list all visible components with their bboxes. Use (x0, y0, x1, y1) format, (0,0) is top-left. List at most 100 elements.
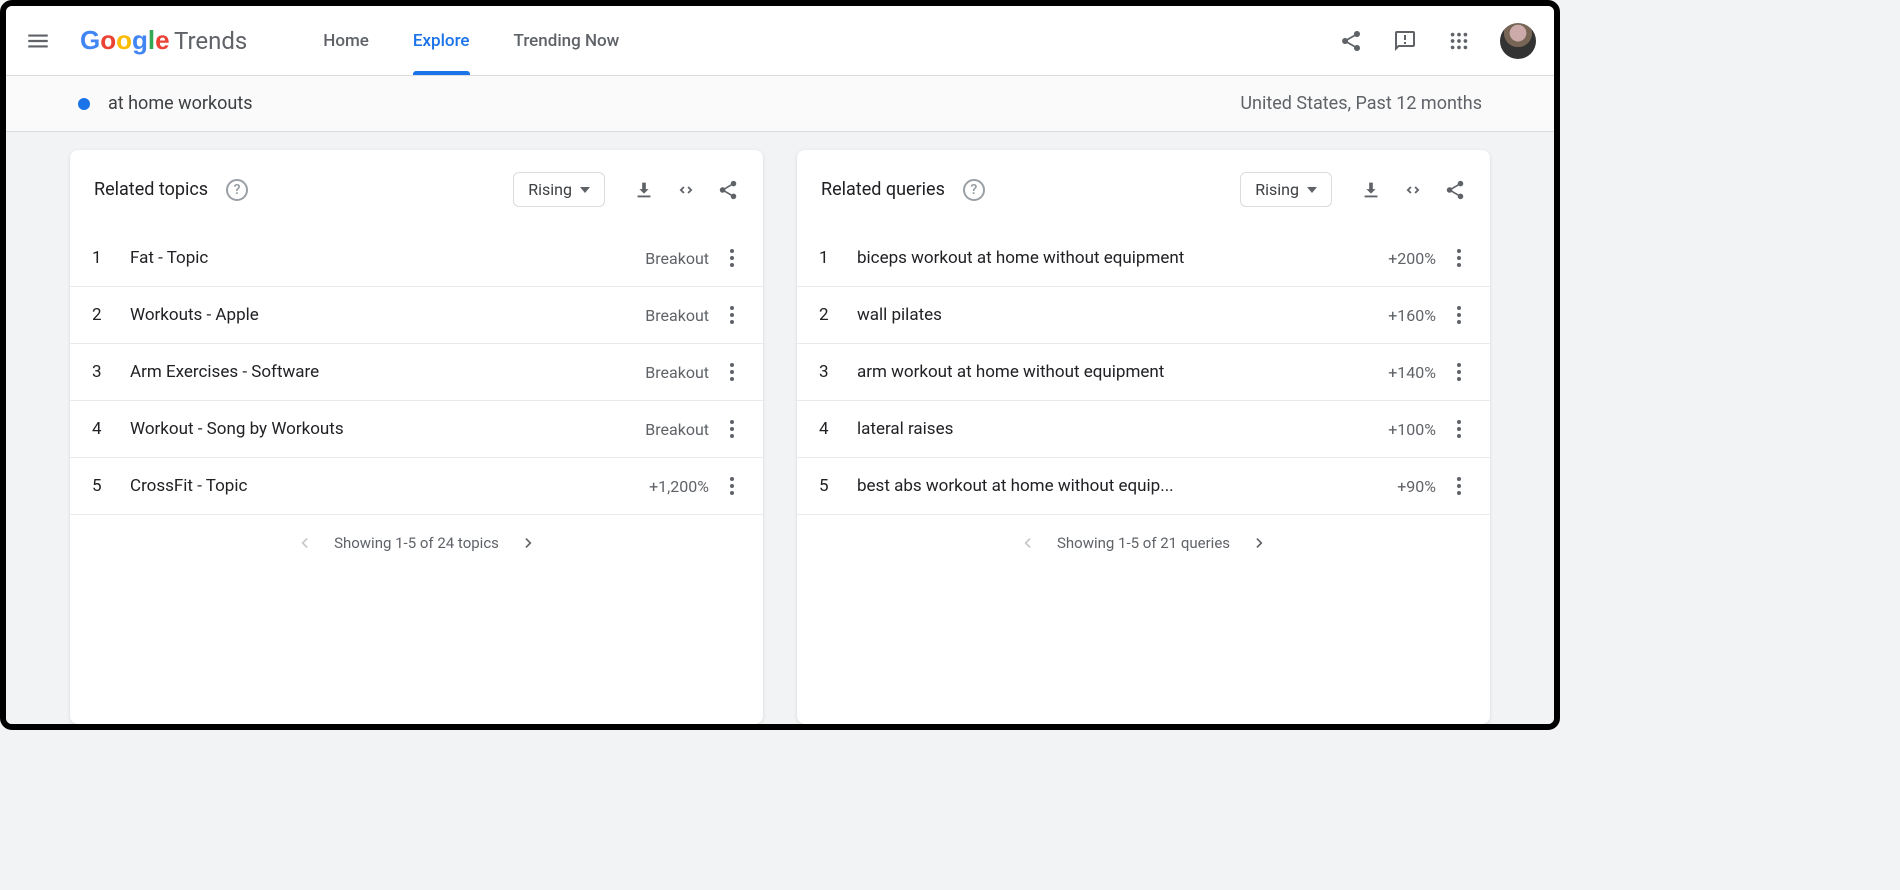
more-icon[interactable] (723, 363, 741, 381)
list-item[interactable]: 5 best abs workout at home without equip… (797, 458, 1490, 515)
item-metric: Breakout (645, 363, 709, 382)
pager: Showing 1-5 of 21 queries (797, 515, 1490, 573)
item-label: CrossFit - Topic (130, 476, 649, 496)
feedback-icon[interactable] (1392, 28, 1418, 54)
nav: Home Explore Trending Now (301, 6, 641, 75)
queries-list: 1 biceps workout at home without equipme… (797, 213, 1490, 515)
list-item[interactable]: 2 wall pilates +160% (797, 287, 1490, 344)
item-label: wall pilates (857, 305, 1388, 325)
related-queries-card: Related queries ? Rising 1 biceps workou… (797, 150, 1490, 724)
more-icon[interactable] (1450, 249, 1468, 267)
more-icon[interactable] (1450, 420, 1468, 438)
list-item[interactable]: 5 CrossFit - Topic +1,200% (70, 458, 763, 515)
item-label: Fat - Topic (130, 248, 645, 268)
rank: 4 (92, 419, 116, 439)
apps-grid-icon[interactable] (1446, 28, 1472, 54)
item-label: lateral raises (857, 419, 1388, 439)
card-title: Related topics (94, 179, 208, 200)
more-icon[interactable] (723, 420, 741, 438)
next-page-icon[interactable] (1250, 533, 1270, 553)
logo[interactable]: Google Trends (80, 26, 247, 56)
list-item[interactable]: 3 arm workout at home without equipment … (797, 344, 1490, 401)
app-frame: { "header": { "logo_trailing": "Trends",… (0, 0, 1560, 730)
rank: 1 (819, 248, 843, 268)
item-metric: +200% (1388, 249, 1436, 268)
item-label: arm workout at home without equipment (857, 362, 1388, 382)
help-icon[interactable]: ? (963, 179, 985, 201)
list-item[interactable]: 3 Arm Exercises - Software Breakout (70, 344, 763, 401)
card-actions (1360, 179, 1466, 201)
list-item[interactable]: 1 biceps workout at home without equipme… (797, 229, 1490, 287)
topics-list: 1 Fat - Topic Breakout 2 Workouts - Appl… (70, 213, 763, 515)
sort-label: Rising (528, 180, 572, 199)
svg-text:Google: Google (80, 26, 170, 55)
card-title: Related queries (821, 179, 945, 200)
more-icon[interactable] (1450, 477, 1468, 495)
pager-text: Showing 1-5 of 21 queries (1057, 534, 1230, 552)
rank: 3 (92, 362, 116, 382)
item-label: Workout - Song by Workouts (130, 419, 645, 439)
rank: 2 (819, 305, 843, 325)
list-item[interactable]: 1 Fat - Topic Breakout (70, 229, 763, 287)
item-metric: +160% (1388, 306, 1436, 325)
item-label: Arm Exercises - Software (130, 362, 645, 382)
more-icon[interactable] (1450, 363, 1468, 381)
list-item[interactable]: 2 Workouts - Apple Breakout (70, 287, 763, 344)
account-avatar[interactable] (1500, 23, 1536, 59)
pager: Showing 1-5 of 24 topics (70, 515, 763, 573)
share-icon[interactable] (717, 179, 739, 201)
item-metric: Breakout (645, 249, 709, 268)
pager-text: Showing 1-5 of 24 topics (334, 534, 499, 552)
subheader: at home workouts United States, Past 12 … (6, 76, 1554, 132)
more-icon[interactable] (1450, 306, 1468, 324)
more-icon[interactable] (723, 477, 741, 495)
download-icon[interactable] (1360, 179, 1382, 201)
item-label: best abs workout at home without equip..… (857, 476, 1397, 496)
item-label: biceps workout at home without equipment (857, 248, 1388, 268)
list-item[interactable]: 4 Workout - Song by Workouts Breakout (70, 401, 763, 458)
chevron-down-icon (580, 187, 590, 193)
share-icon[interactable] (1444, 179, 1466, 201)
item-label: Workouts - Apple (130, 305, 645, 325)
rank: 4 (819, 419, 843, 439)
google-logo-icon: Google (80, 26, 172, 56)
more-icon[interactable] (723, 306, 741, 324)
series-color-dot (78, 98, 90, 110)
header: Google Trends Home Explore Trending Now (6, 6, 1554, 76)
header-actions (1338, 23, 1536, 59)
item-metric: +1,200% (649, 477, 709, 496)
sort-dropdown[interactable]: Rising (513, 172, 605, 207)
share-icon[interactable] (1338, 28, 1364, 54)
menu-icon[interactable] (24, 27, 52, 55)
search-term: at home workouts (108, 93, 253, 114)
card-header: Related queries ? Rising (797, 150, 1490, 213)
sort-label: Rising (1255, 180, 1299, 199)
help-icon[interactable]: ? (226, 179, 248, 201)
item-metric: Breakout (645, 420, 709, 439)
sort-dropdown[interactable]: Rising (1240, 172, 1332, 207)
more-icon[interactable] (723, 249, 741, 267)
chevron-down-icon (1307, 187, 1317, 193)
prev-page-icon[interactable] (294, 533, 314, 553)
card-actions (633, 179, 739, 201)
logo-product-name: Trends (174, 27, 247, 55)
embed-icon[interactable] (675, 179, 697, 201)
download-icon[interactable] (633, 179, 655, 201)
filter-context: United States, Past 12 months (1240, 93, 1482, 114)
rank: 5 (819, 476, 843, 496)
nav-home[interactable]: Home (301, 6, 391, 75)
content: Related topics ? Rising 1 Fat - Topic Br… (6, 132, 1554, 724)
next-page-icon[interactable] (519, 533, 539, 553)
nav-trending-now[interactable]: Trending Now (492, 6, 642, 75)
item-metric: +140% (1388, 363, 1436, 382)
rank: 3 (819, 362, 843, 382)
card-header: Related topics ? Rising (70, 150, 763, 213)
item-metric: +90% (1397, 477, 1436, 496)
prev-page-icon[interactable] (1017, 533, 1037, 553)
embed-icon[interactable] (1402, 179, 1424, 201)
list-item[interactable]: 4 lateral raises +100% (797, 401, 1490, 458)
related-topics-card: Related topics ? Rising 1 Fat - Topic Br… (70, 150, 763, 724)
nav-explore[interactable]: Explore (391, 6, 492, 75)
rank: 2 (92, 305, 116, 325)
rank: 1 (92, 248, 116, 268)
